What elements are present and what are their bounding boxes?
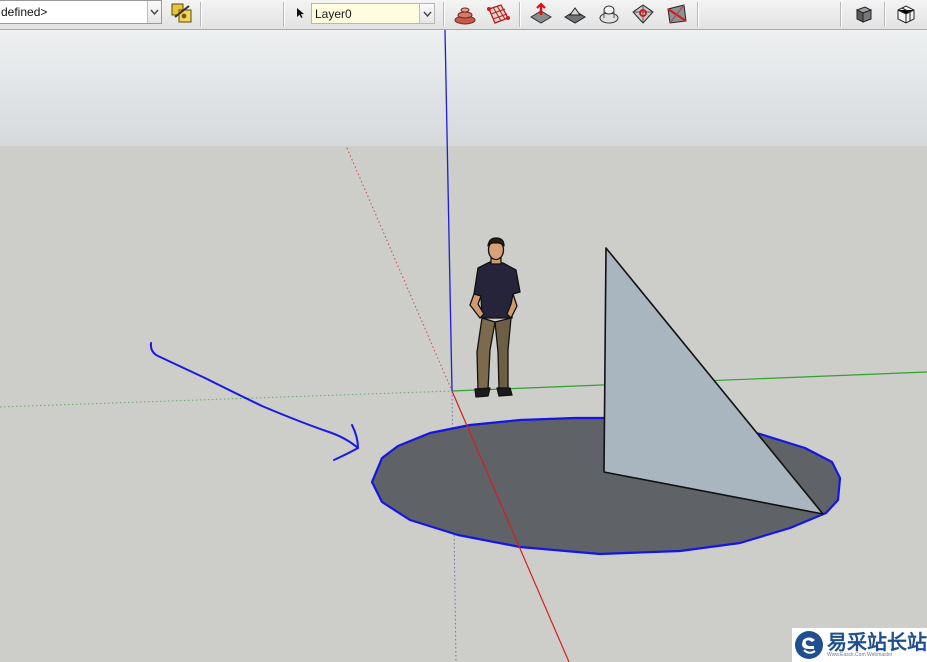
green-axis-negative bbox=[0, 390, 453, 408]
triangle-face[interactable] bbox=[603, 247, 824, 515]
easck-logo-icon bbox=[795, 631, 823, 659]
watermark: 易采站长站 Www.Easck.Com Webmaster bbox=[792, 628, 927, 662]
red-axis-negative bbox=[346, 147, 453, 392]
blue-axis bbox=[444, 29, 453, 392]
watermark-subtitle: Www.Easck.Com Webmaster bbox=[827, 652, 893, 658]
watermark-title: 易采站长站 bbox=[827, 630, 927, 654]
human-figure[interactable] bbox=[469, 237, 521, 398]
model-viewport[interactable] bbox=[0, 0, 927, 662]
annotation-arrow bbox=[149, 342, 359, 461]
